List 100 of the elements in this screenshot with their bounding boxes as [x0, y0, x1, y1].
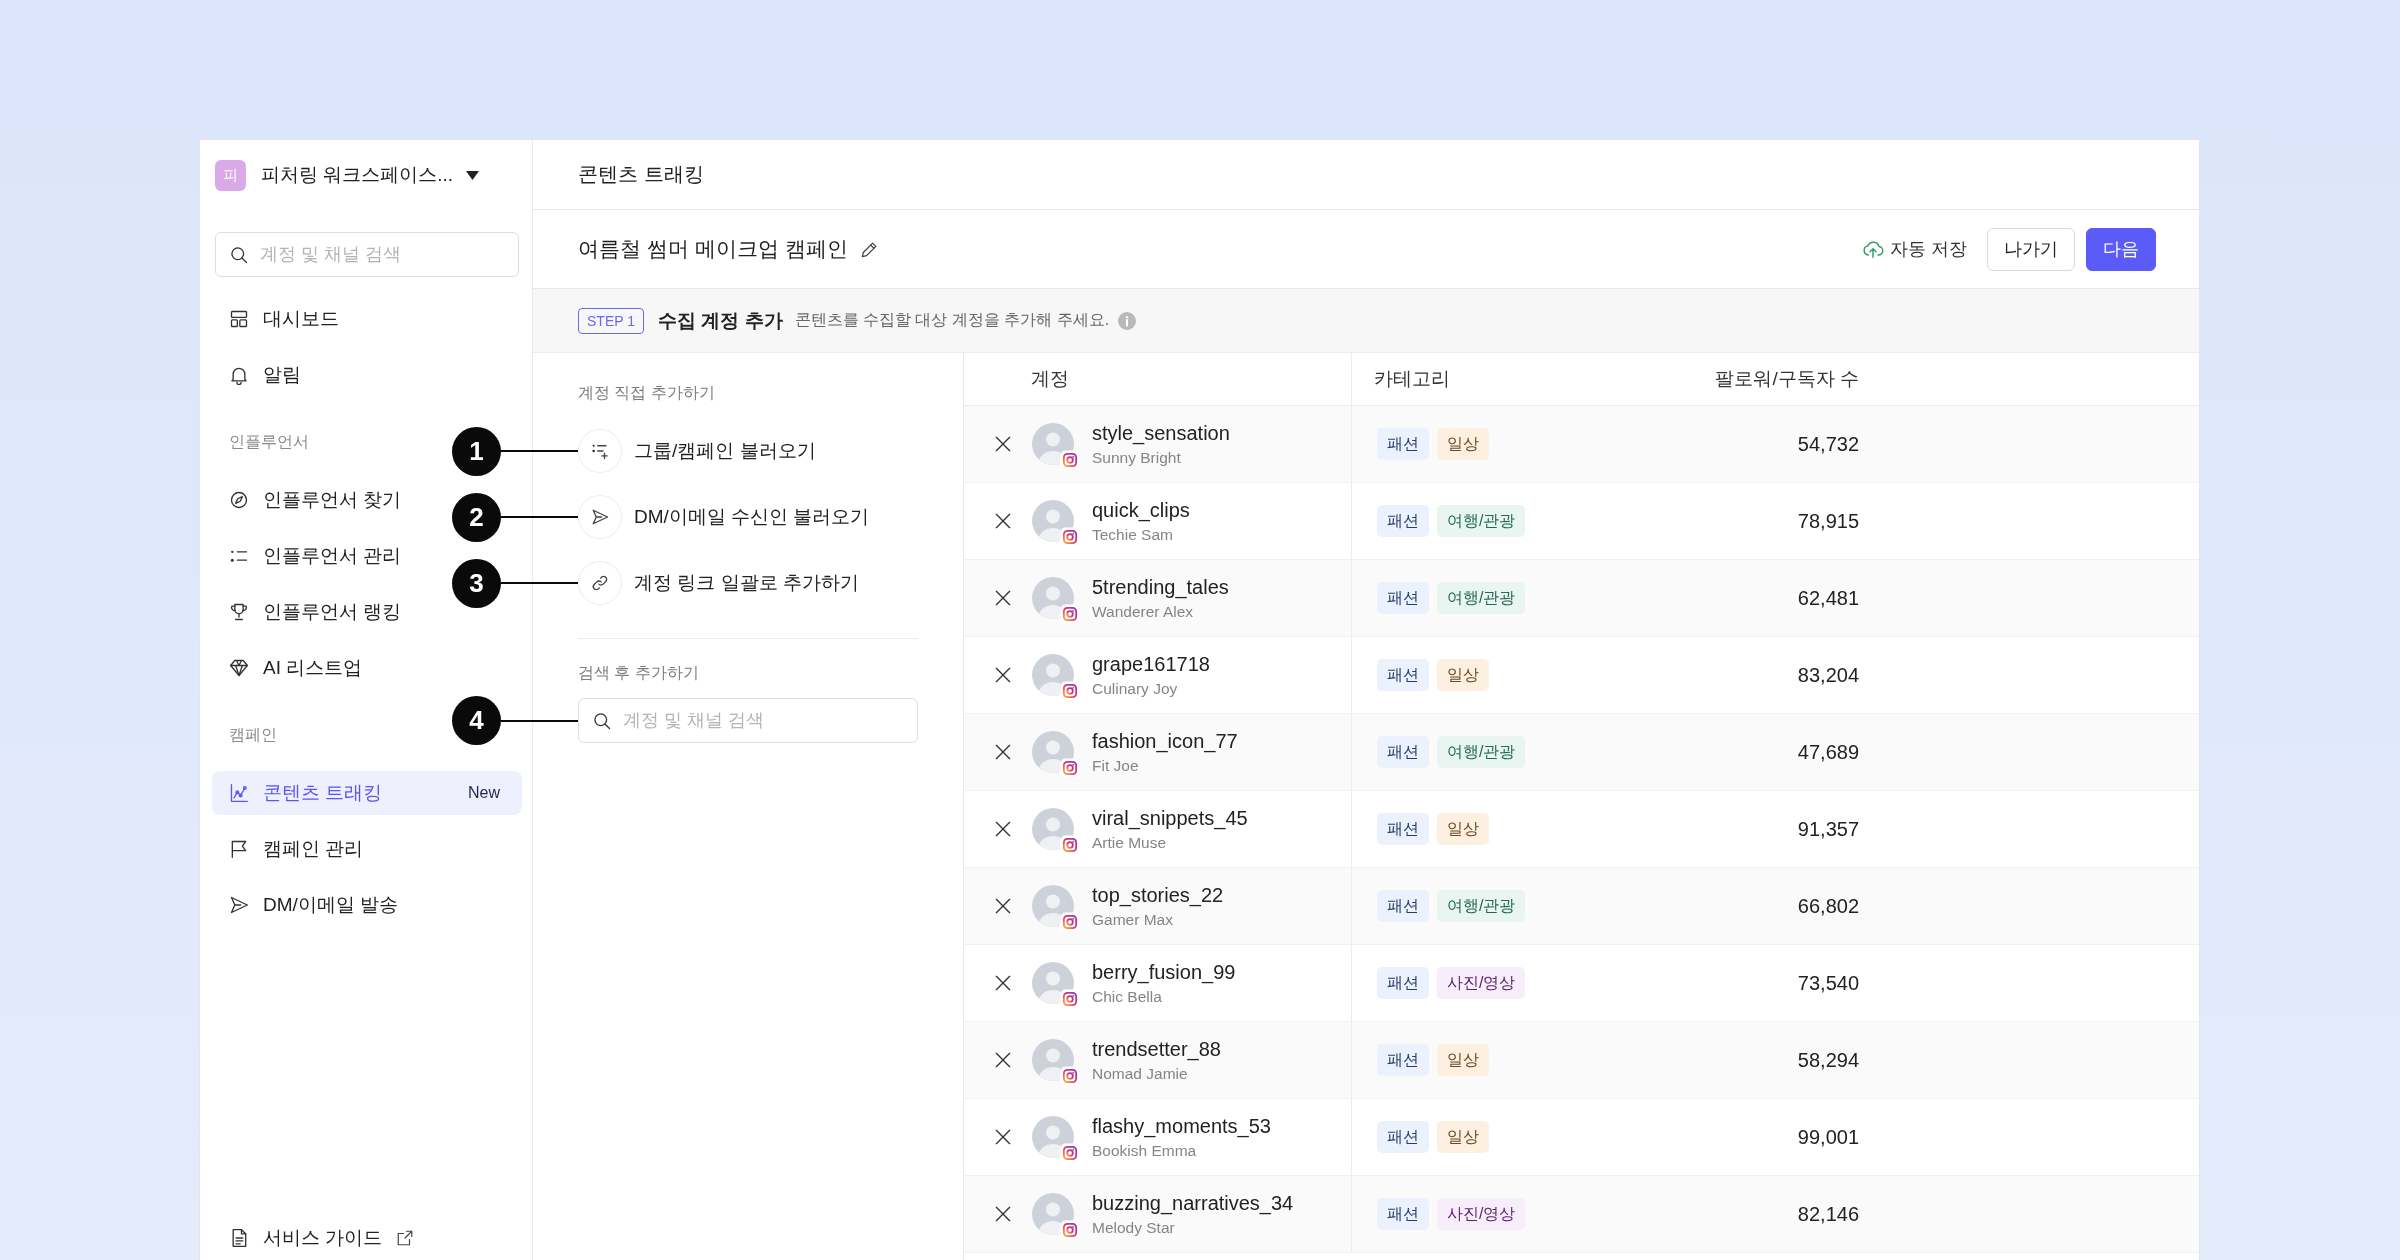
category-tag: 패션 [1377, 967, 1429, 999]
category-tag: 패션 [1377, 736, 1429, 768]
send-icon [229, 895, 249, 915]
sidebar-item[interactable]: AI 리스트업 [212, 646, 385, 690]
section-label: 계정 직접 추가하기 [578, 383, 715, 403]
avatar-icon [1032, 654, 1074, 696]
sidebar-item[interactable]: 콘텐츠 트래킹 New [212, 771, 522, 815]
page-title: 콘텐츠 트래킹 [578, 162, 704, 187]
remove-button[interactable] [993, 665, 1013, 685]
account-name: Techie Sam [1092, 525, 1173, 544]
close-icon [993, 1204, 1013, 1224]
sidebar-item[interactable]: 인플루언서 찾기 [212, 478, 424, 522]
follower-count: 54,732 [1797, 432, 1859, 456]
account-name: Fit Joe [1092, 756, 1139, 775]
account-handle: flashy_moments_53 [1092, 1114, 1271, 1138]
category-tag: 사진/영상 [1437, 1198, 1526, 1230]
follower-count: 91,357 [1797, 817, 1859, 841]
category-tag: 패션 [1377, 1121, 1429, 1153]
callout-marker: 2 [452, 492, 501, 542]
section-label: 캠페인 [229, 725, 277, 745]
sidebar-item[interactable]: 대시보드 [212, 297, 361, 341]
remove-button[interactable] [993, 511, 1013, 531]
remove-button[interactable] [993, 434, 1013, 454]
workspace-avatar: 피 [215, 159, 246, 191]
account-name: Chic Bella [1092, 987, 1162, 1006]
autosave-status: 자동 저장 [1890, 238, 1967, 261]
dashboard-icon [229, 309, 249, 329]
section-label: 인플루언서 [229, 432, 309, 452]
follower-count: 83,204 [1797, 663, 1859, 687]
close-icon [993, 742, 1013, 762]
line-chart-icon [229, 783, 249, 803]
sidebar-item[interactable]: 알림 [212, 353, 323, 397]
avatar-icon [1032, 500, 1074, 542]
account-name: Sunny Bright [1092, 448, 1181, 467]
account-name: Nomad Jamie [1092, 1064, 1188, 1083]
search-icon [229, 244, 249, 265]
avatar-icon [1032, 808, 1074, 850]
add-option[interactable]: 계정 링크 일괄로 추가하기 [578, 561, 859, 605]
account-name: Melody Star [1092, 1218, 1175, 1237]
send-icon [578, 495, 622, 539]
category-tag: 사진/영상 [1437, 967, 1526, 999]
remove-button[interactable] [993, 1127, 1013, 1147]
account-handle: fashion_icon_77 [1092, 729, 1238, 753]
remove-button[interactable] [993, 896, 1013, 916]
category-tag: 패션 [1377, 1044, 1429, 1076]
add-option[interactable]: 그룹/캠페인 불러오기 [578, 429, 816, 473]
search-field[interactable]: 계정 및 채널 검색 [578, 698, 918, 743]
service-guide-link[interactable]: 서비스 가이드 [212, 1216, 421, 1260]
link-icon [578, 561, 622, 605]
avatar-icon [1032, 423, 1074, 465]
account-handle: top_stories_22 [1092, 883, 1224, 907]
category-tag: 여행/관광 [1437, 582, 1526, 614]
remove-button[interactable] [993, 1204, 1013, 1224]
category-tag: 일상 [1437, 659, 1489, 691]
remove-button[interactable] [993, 973, 1013, 993]
add-option[interactable]: DM/이메일 수신인 불러오기 [578, 495, 870, 539]
remove-button[interactable] [993, 742, 1013, 762]
remove-button[interactable] [993, 1050, 1013, 1070]
close-icon [993, 588, 1013, 608]
category-tag: 일상 [1437, 428, 1489, 460]
sidebar-item[interactable]: 캠페인 관리 [212, 827, 386, 871]
new-label: New [468, 784, 500, 802]
compass-icon [229, 490, 249, 510]
account-name: Artie Muse [1092, 833, 1167, 852]
follower-count: 73,540 [1797, 971, 1859, 995]
category-tag: 일상 [1437, 813, 1489, 845]
avatar-icon [1032, 577, 1074, 619]
avatar-icon [1032, 962, 1074, 1004]
remove-button[interactable] [993, 819, 1013, 839]
account-name: Culinary Joy [1092, 679, 1178, 698]
account-handle: buzzing_narratives_34 [1092, 1191, 1294, 1215]
workspace-name[interactable]: 피처링 워크스페이스... [261, 162, 454, 188]
account-handle: viral_snippets_45 [1092, 806, 1248, 830]
account-handle: 5trending_tales [1092, 575, 1229, 599]
sidebar-item[interactable]: 인플루언서 랭킹 [212, 590, 424, 634]
account-name: Wanderer Alex [1092, 602, 1194, 621]
external-link-icon [396, 1229, 415, 1247]
callout-marker: 1 [452, 426, 501, 476]
outline-button[interactable]: 나가기 [1987, 227, 2075, 271]
avatar-icon [1032, 885, 1074, 927]
close-icon [993, 1127, 1013, 1147]
category-tag: 일상 [1437, 1044, 1489, 1076]
follower-count: 82,146 [1797, 1202, 1859, 1226]
follower-count: 47,689 [1797, 740, 1859, 764]
search-field[interactable]: 계정 및 채널 검색 [215, 232, 519, 277]
primary-button[interactable]: 다음 [2086, 227, 2156, 271]
category-tag: 여행/관광 [1437, 890, 1526, 922]
step-description: 콘텐츠를 수집할 대상 계정을 추가해 주세요. [794, 310, 1110, 330]
category-tag: 패션 [1377, 582, 1429, 614]
callout-marker: 3 [452, 558, 501, 608]
category-tag: 패션 [1377, 428, 1429, 460]
sidebar-item[interactable]: DM/이메일 발송 [212, 883, 421, 927]
category-tag: 여행/관광 [1437, 736, 1526, 768]
follower-count: 66,802 [1797, 894, 1859, 918]
caret-down-icon[interactable] [466, 170, 480, 180]
category-tag: 패션 [1377, 813, 1429, 845]
sidebar-item[interactable]: 인플루언서 관리 [212, 534, 424, 578]
account-handle: berry_fusion_99 [1092, 960, 1236, 984]
campaign-title: 여름철 썸머 메이크업 캠페인 [578, 236, 848, 262]
remove-button[interactable] [993, 588, 1013, 608]
